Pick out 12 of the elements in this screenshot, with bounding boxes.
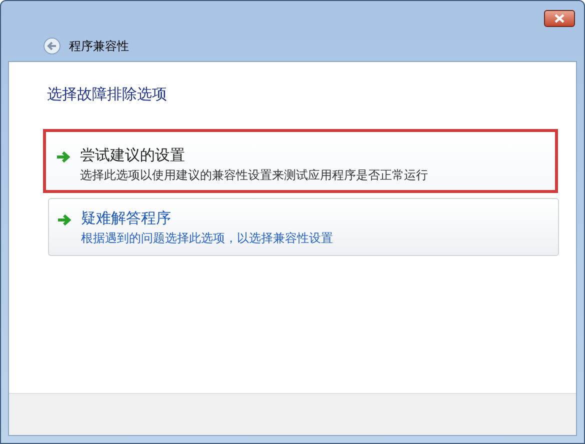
option-title: 疑难解答程序 [81, 208, 172, 228]
option-button[interactable]: 疑难解答程序 根据遇到的问题选择此选项，以选择兼容性设置 [48, 198, 559, 256]
option-description: 根据遇到的问题选择此选项，以选择兼容性设置 [81, 230, 333, 246]
close-icon [554, 14, 565, 23]
option-title: 尝试建议的设置 [80, 146, 186, 166]
arrow-icon [57, 214, 71, 226]
page-heading: 选择故障排除选项 [47, 85, 168, 105]
window-title: 程序兼容性 [69, 38, 129, 55]
option-description: 选择此选项以使用建议的兼容性设置来测试应用程序是否正常运行 [80, 166, 428, 184]
close-button[interactable] [544, 10, 575, 27]
option-button[interactable]: 尝试建议的设置 选择此选项以使用建议的兼容性设置来测试应用程序是否正常运行 [43, 128, 558, 192]
arrow-icon [56, 150, 70, 162]
